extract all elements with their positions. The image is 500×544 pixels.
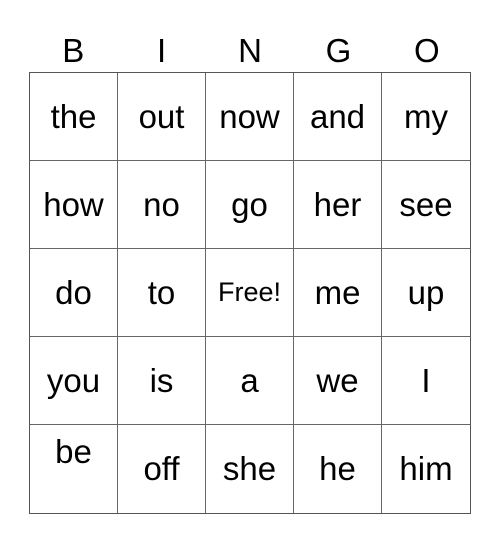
header-letter-i: I bbox=[157, 32, 167, 69]
bingo-cell: now bbox=[206, 73, 294, 161]
bingo-cell: him bbox=[399, 450, 453, 487]
header-letter-n: N bbox=[238, 32, 262, 69]
free-space-cell: Free! bbox=[206, 249, 294, 337]
bingo-cell: you bbox=[30, 337, 118, 425]
bingo-cell: a bbox=[206, 337, 294, 425]
bingo-cell: her bbox=[294, 161, 382, 249]
bingo-cell: the bbox=[30, 73, 118, 161]
bingo-cell: go bbox=[206, 161, 294, 249]
bingo-cell: my bbox=[382, 73, 470, 161]
header-letter-o: O bbox=[413, 32, 440, 69]
bingo-cell: do bbox=[30, 249, 118, 337]
bingo-cell: me bbox=[294, 249, 382, 337]
bingo-cell: how bbox=[30, 161, 118, 249]
bingo-header: B I N G O bbox=[29, 30, 471, 72]
bingo-cell: up bbox=[382, 249, 470, 337]
header-letter-g: G bbox=[325, 32, 352, 69]
bingo-cell: she bbox=[206, 425, 294, 513]
bingo-cell: be bbox=[30, 425, 118, 513]
bingo-cell: is bbox=[118, 337, 206, 425]
header-letter-b: B bbox=[62, 32, 85, 69]
bingo-cell: he bbox=[294, 425, 382, 513]
bingo-cell: to bbox=[118, 249, 206, 337]
bingo-cell: off bbox=[118, 425, 206, 513]
bingo-cell: out bbox=[118, 73, 206, 161]
bingo-grid: the out now and my how no go her see do … bbox=[29, 72, 471, 514]
bingo-cell: no bbox=[118, 161, 206, 249]
bingo-cell: I bbox=[382, 337, 470, 425]
bingo-cell: we bbox=[294, 337, 382, 425]
bingo-cell: and bbox=[294, 73, 382, 161]
bingo-cell: see bbox=[382, 161, 470, 249]
